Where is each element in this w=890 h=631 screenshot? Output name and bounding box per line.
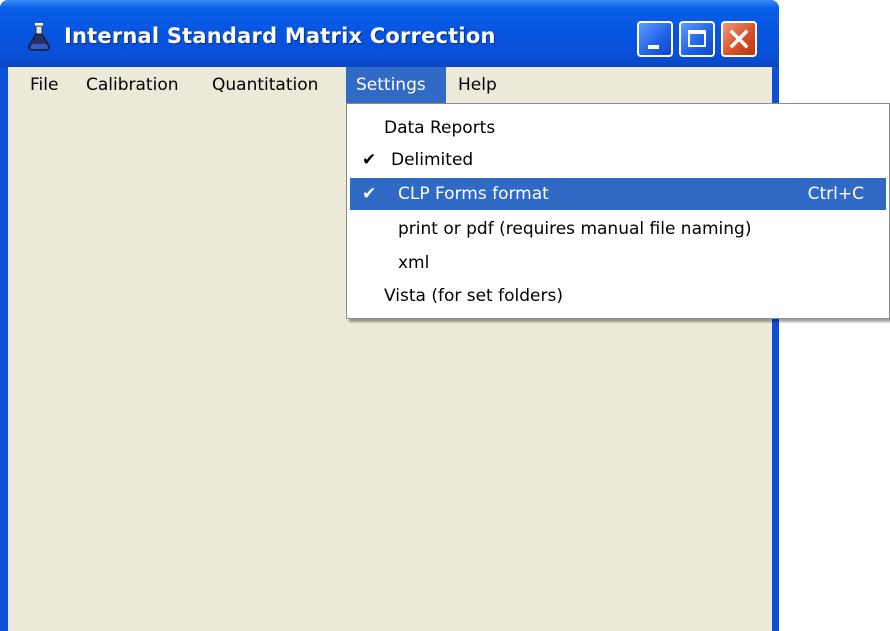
menu-calibration[interactable]: Calibration: [76, 67, 189, 103]
menu-option-label: xml: [398, 253, 430, 273]
close-button[interactable]: [721, 21, 757, 57]
close-icon: [729, 29, 749, 49]
menu-option-xml[interactable]: xml: [350, 247, 886, 279]
maximize-button[interactable]: [679, 21, 715, 57]
menu-option-label: print or pdf (requires manual file namin…: [398, 219, 752, 239]
checkmark-icon: ✔: [362, 184, 377, 204]
menu-option-data-reports[interactable]: Data Reports: [350, 112, 886, 144]
minimize-icon: [648, 45, 659, 49]
window-title: Internal Standard Matrix Correction: [64, 24, 496, 48]
menu-option-label: Vista (for set folders): [384, 286, 563, 306]
menu-option-label: Delimited: [391, 150, 474, 170]
menu-option-vista[interactable]: Vista (for set folders): [350, 280, 886, 312]
minimize-button[interactable]: [637, 21, 673, 57]
settings-dropdown-menu: Data Reports ✔ Delimited ✔ CLP Forms for…: [346, 103, 890, 319]
menu-quantitation[interactable]: Quantitation: [202, 67, 328, 103]
menu-option-label: CLP Forms format: [398, 184, 549, 204]
title-bar[interactable]: Internal Standard Matrix Correction: [0, 0, 779, 67]
menu-option-print-or-pdf[interactable]: print or pdf (requires manual file namin…: [350, 213, 886, 245]
flask-icon: [28, 23, 50, 51]
checkmark-icon: ✔: [362, 150, 377, 170]
menu-option-label: Data Reports: [384, 118, 496, 138]
menu-help[interactable]: Help: [448, 67, 507, 103]
menu-settings[interactable]: Settings: [346, 67, 446, 103]
menu-option-delimited[interactable]: ✔ Delimited: [350, 144, 886, 176]
menu-file[interactable]: File: [20, 67, 68, 103]
maximize-icon: [688, 30, 706, 47]
menu-option-clp-forms-format[interactable]: ✔ CLP Forms format Ctrl+C: [350, 178, 886, 210]
shortcut-label: Ctrl+C: [807, 184, 864, 204]
menu-bar: File Calibration Quantitation Settings H…: [8, 67, 772, 103]
